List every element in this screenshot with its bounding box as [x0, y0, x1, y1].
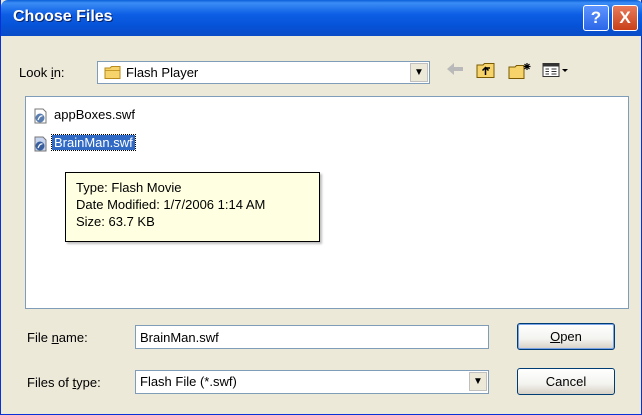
up-folder-icon	[476, 63, 495, 78]
help-icon: ?	[590, 8, 602, 27]
tooltip-size: Size: 63.7 KB	[76, 214, 155, 229]
close-icon: X	[619, 8, 631, 27]
flash-file-icon	[34, 136, 47, 152]
look-in-value: Flash Player	[126, 65, 199, 80]
files-of-type-label: Files of type:	[27, 375, 101, 390]
cancel-button[interactable]: Cancel	[517, 368, 615, 395]
window-title: Choose Files	[13, 8, 113, 25]
open-button[interactable]: Open	[517, 323, 615, 350]
file-item-appboxes[interactable]: appBoxes.swf	[30, 105, 137, 125]
tooltip-type: Type: Flash Movie	[76, 180, 182, 195]
chevron-down-icon: ▼	[414, 67, 424, 78]
title-bar[interactable]: Choose Files ? X	[1, 0, 642, 36]
file-item-brainman[interactable]: BrainMan.swf	[30, 133, 136, 153]
folder-icon	[104, 66, 121, 79]
tooltip-date-modified: Date Modified: 1/7/2006 1:14 AM	[76, 197, 266, 212]
view-menu-icon	[542, 63, 568, 77]
files-of-type-value: Flash File (*.swf)	[140, 374, 237, 389]
new-folder-icon	[508, 63, 531, 79]
file-info-tooltip: Type: Flash Movie Date Modified: 1/7/200…	[65, 172, 320, 242]
file-name-input[interactable]	[135, 325, 489, 349]
close-button[interactable]: X	[612, 5, 638, 31]
file-name-label: File name:	[27, 330, 88, 345]
look-in-label: Look in:	[19, 65, 65, 80]
look-in-dropdown-arrow[interactable]: ▼	[410, 63, 428, 82]
file-name: appBoxes.swf	[54, 107, 135, 122]
back-button[interactable]	[445, 62, 465, 82]
file-name: BrainMan.swf	[51, 134, 136, 151]
files-of-type-dropdown-arrow[interactable]: ▼	[469, 372, 487, 391]
look-in-dropdown[interactable]: Flash Player ▼	[97, 61, 430, 84]
flash-file-icon	[34, 108, 47, 124]
up-one-level-button[interactable]	[475, 62, 497, 82]
chevron-down-icon: ▼	[473, 376, 483, 387]
choose-files-dialog: Choose Files ? X Look in: Flash Player ▼	[0, 0, 642, 415]
new-folder-button[interactable]	[507, 62, 533, 82]
files-of-type-dropdown[interactable]: Flash File (*.swf) ▼	[135, 370, 489, 394]
help-button[interactable]: ?	[583, 5, 609, 31]
back-arrow-icon	[447, 63, 463, 75]
view-menu-button[interactable]	[541, 62, 571, 82]
